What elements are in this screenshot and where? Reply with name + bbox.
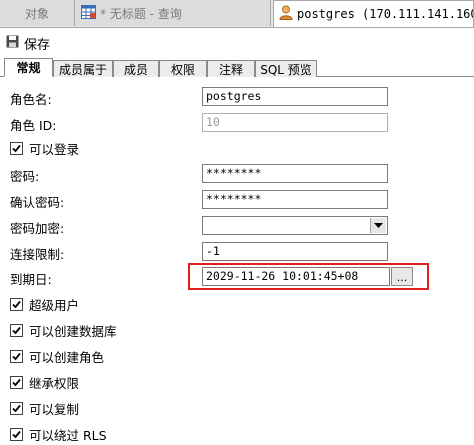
can-login-checkbox[interactable] xyxy=(10,142,23,155)
connection-limit-label: 连接限制: xyxy=(10,247,65,262)
toolbar: 保存 xyxy=(0,30,474,56)
tab-comment[interactable]: 注释 xyxy=(207,60,255,77)
expiry-highlight-box xyxy=(188,263,429,290)
expiry-date-label: 到期日: xyxy=(10,272,52,287)
save-disk-icon xyxy=(6,35,19,52)
password-encryption-label: 密码加密: xyxy=(10,221,65,236)
superuser-label: 超级用户 xyxy=(29,298,80,313)
tab-sql-preview[interactable]: SQL 预览 xyxy=(255,60,317,77)
create-db-label: 可以创建数据库 xyxy=(29,324,117,339)
confirm-password-label: 确认密码: xyxy=(10,195,65,210)
save-button[interactable]: 保存 xyxy=(6,33,50,53)
replication-checkbox[interactable] xyxy=(10,402,23,415)
can-login-checkbox-row[interactable]: 可以登录 xyxy=(10,139,79,158)
tab-members-label: 成员 xyxy=(123,62,148,77)
tab-objects[interactable]: 对象 xyxy=(0,0,75,26)
property-tab-strip: 常规 成员属于 成员 权限 注释 SQL 预览 xyxy=(0,58,474,77)
password-label: 密码: xyxy=(10,169,40,184)
bypass-rls-label: 可以绕过 RLS xyxy=(29,428,107,443)
replication-label: 可以复制 xyxy=(29,402,80,417)
tab-privileges-label: 权限 xyxy=(170,62,195,77)
tab-member-of[interactable]: 成员属于 xyxy=(53,60,113,77)
role-id-label: 角色 ID: xyxy=(10,118,57,133)
create-role-checkbox[interactable] xyxy=(10,350,23,363)
user-role-icon xyxy=(279,5,293,23)
dropdown-arrow-icon[interactable] xyxy=(370,218,386,233)
superuser-checkbox[interactable] xyxy=(10,298,23,311)
tab-member-of-label: 成员属于 xyxy=(58,62,107,77)
tab-comment-label: 注释 xyxy=(218,62,243,77)
password-encryption-select[interactable] xyxy=(202,216,388,235)
create-db-checkbox[interactable] xyxy=(10,324,23,337)
connection-limit-input[interactable]: -1 xyxy=(202,242,388,261)
inherit-label: 继承权限 xyxy=(29,376,80,391)
tab-general-label: 常规 xyxy=(16,61,41,75)
create-role-label: 可以创建角色 xyxy=(29,350,105,365)
inherit-checkbox[interactable] xyxy=(10,376,23,389)
role-name-label: 角色名: xyxy=(10,92,52,107)
tab-sql-preview-label: SQL 预览 xyxy=(260,62,312,77)
confirm-password-input[interactable]: ******** xyxy=(202,190,388,209)
tab-role-label: postgres (170.111.141.160... xyxy=(297,7,473,21)
role-name-input[interactable]: postgres xyxy=(202,87,388,106)
tab-members[interactable]: 成员 xyxy=(113,60,159,77)
query-grid-icon xyxy=(81,4,96,22)
create-role-checkbox-row[interactable]: 可以创建角色 xyxy=(10,347,104,366)
tab-query-label: * 无标题 - 查询 xyxy=(100,6,182,21)
document-tab-bar: 对象 * 无标题 - 查询 postgres (170.111.141.160.… xyxy=(0,0,474,28)
bypass-rls-checkbox-row[interactable]: 可以绕过 RLS xyxy=(10,425,107,444)
tab-objects-label: 对象 xyxy=(24,6,49,21)
password-input[interactable]: ******** xyxy=(202,164,388,183)
role-id-input: 10 xyxy=(202,113,388,132)
bypass-rls-checkbox[interactable] xyxy=(10,428,23,441)
tab-privileges[interactable]: 权限 xyxy=(159,60,207,77)
can-login-label: 可以登录 xyxy=(29,142,80,157)
create-db-checkbox-row[interactable]: 可以创建数据库 xyxy=(10,321,117,340)
inherit-checkbox-row[interactable]: 继承权限 xyxy=(10,373,79,392)
superuser-checkbox-row[interactable]: 超级用户 xyxy=(10,295,79,314)
tab-role-postgres[interactable]: postgres (170.111.141.160... xyxy=(273,0,474,27)
replication-checkbox-row[interactable]: 可以复制 xyxy=(10,399,79,418)
tab-general[interactable]: 常规 xyxy=(4,58,53,77)
tab-untitled-query[interactable]: * 无标题 - 查询 xyxy=(75,0,271,26)
save-button-label: 保存 xyxy=(24,37,51,53)
